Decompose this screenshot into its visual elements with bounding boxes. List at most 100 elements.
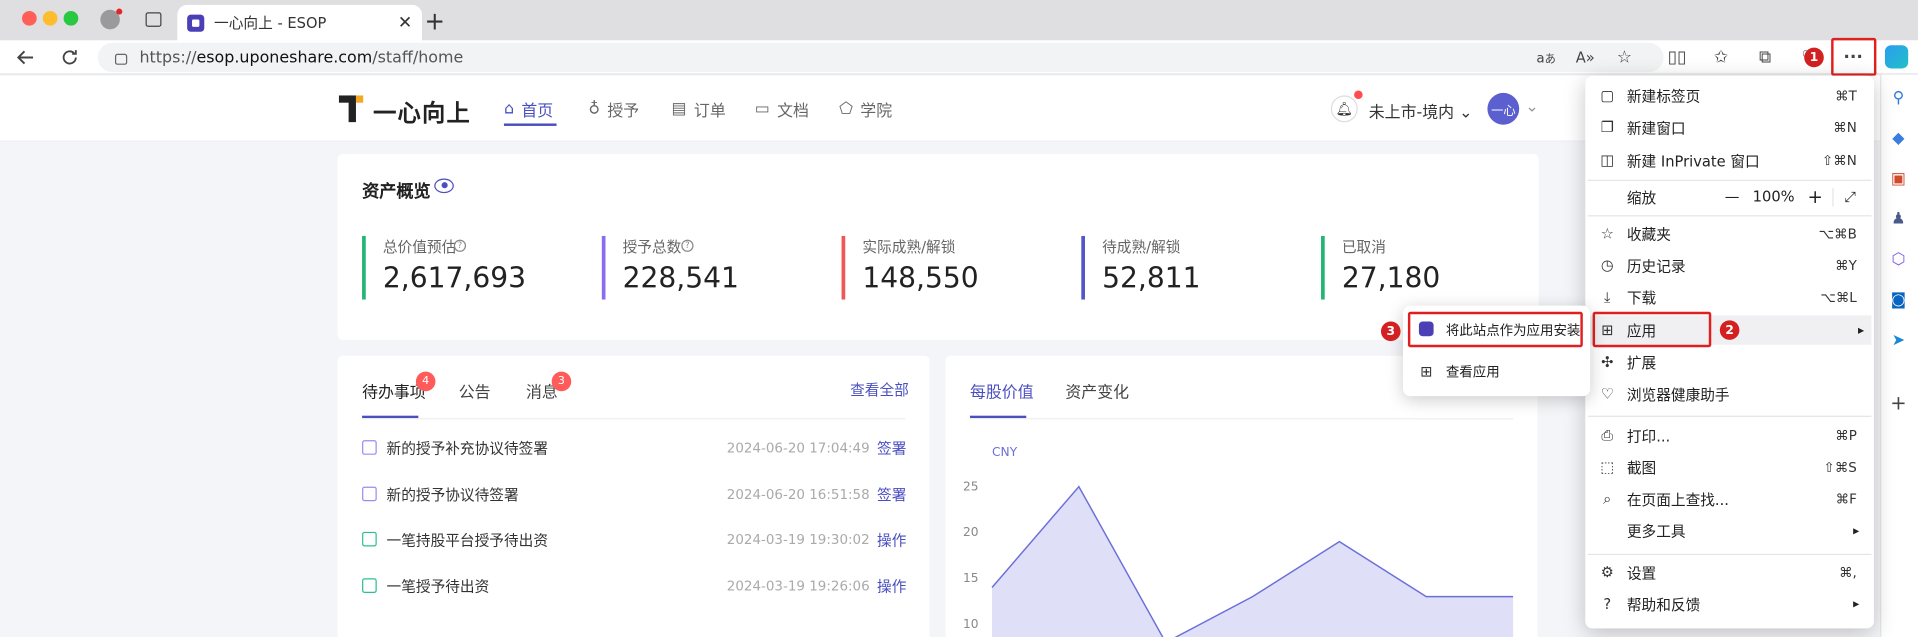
nav-order[interactable]: ▤ 订单 — [672, 98, 726, 121]
menu-item-screenshot[interactable]: ⬚ 截图 ⇧⌘S — [1597, 452, 1866, 481]
highlight-more-button — [1831, 37, 1877, 76]
stat-grant-total: 授予总数 228,541 — [601, 235, 822, 300]
maximize-window-button[interactable] — [63, 11, 79, 26]
menu-item-new-window[interactable]: ❐ 新建窗口 ⌘N — [1597, 112, 1866, 141]
close-window-button[interactable] — [22, 11, 37, 26]
todo-action-link[interactable]: 签署 — [877, 484, 906, 505]
help-icon: ? — [1603, 595, 1612, 613]
todo-item[interactable]: 新的授予协议待签署 2024-06-20 16:51:58 签署 — [362, 482, 906, 506]
split-screen-icon[interactable]: ▯▯ — [1666, 46, 1688, 68]
menu-item-settings[interactable]: ⚙ 设置 ⌘, — [1597, 558, 1866, 587]
highlight-install-item — [1407, 311, 1583, 348]
nav-academy[interactable]: ⬠ 学院 — [839, 98, 892, 121]
notification-dot — [1354, 90, 1363, 100]
todo-item[interactable]: 新的授予补充协议待签署 2024-06-20 17:04:49 签署 — [362, 435, 906, 459]
menu-item-tools[interactable]: 更多工具 ▸ — [1597, 516, 1866, 545]
back-arrow-icon[interactable] — [15, 46, 37, 68]
view-all-link[interactable]: 查看全部 — [850, 379, 909, 400]
address-bar[interactable]: https://esop.uponeshare.com/staff/home — [97, 42, 1664, 73]
nav-home[interactable]: ⌂ 首页 — [504, 98, 553, 121]
zoom-in-button[interactable]: + — [1798, 186, 1832, 208]
todo-action-link[interactable]: 操作 — [877, 575, 906, 596]
tab-announcement[interactable]: 公告 — [459, 379, 491, 402]
games-icon[interactable]: ♟ — [1887, 208, 1909, 230]
bell-icon[interactable]: 🔔︎ — [1330, 95, 1358, 123]
translate-icon[interactable]: aあ — [1535, 46, 1557, 68]
menu-item-inprivate[interactable]: ◫ 新建 InPrivate 窗口 ⇧⌘N — [1597, 145, 1866, 174]
add-sidebar-icon[interactable]: + — [1887, 391, 1909, 414]
collections-icon[interactable]: ⧉ — [1754, 46, 1776, 68]
menu-separator — [1587, 215, 1872, 217]
nav-grant[interactable]: ♁ 授予 — [588, 98, 639, 121]
download-icon: ⤓ — [1604, 287, 1611, 306]
share-value-chart: CNY 25 20 15 10 — [963, 445, 1514, 637]
copilot-icon[interactable] — [1884, 45, 1909, 69]
messages-badge: 3 — [551, 371, 572, 392]
menu-separator — [1587, 415, 1872, 417]
menu-item-download[interactable]: ⤓ 下载 ⌥⌘L — [1597, 282, 1866, 311]
tab-share-value[interactable]: 每股价值 — [970, 379, 1034, 402]
menu-item-favorites[interactable]: ☆ 收藏夹 ⌥⌘B — [1597, 219, 1866, 248]
avatar[interactable]: 一心 — [1487, 92, 1520, 125]
chart-area — [992, 486, 1514, 637]
read-aloud-icon[interactable]: A» — [1574, 46, 1596, 68]
zoom-row: 缩放 — 100% + ⤢ — [1597, 182, 1866, 211]
menu-separator — [1587, 179, 1872, 181]
zoom-out-button[interactable]: — — [1715, 188, 1749, 205]
todo-badge: 4 — [415, 371, 436, 392]
y-tick-label: 10 — [963, 617, 979, 631]
tab-title: 一心向上 - ESOP — [214, 14, 327, 32]
tab-asset-change[interactable]: 资产变化 — [1065, 379, 1129, 402]
zoom-value: 100% — [1752, 188, 1795, 206]
step-badge-1: 1 — [1804, 47, 1824, 68]
nav-docs[interactable]: ▭ 文档 — [755, 98, 809, 121]
view-apps-item[interactable]: ⊞ 查看应用 — [1416, 357, 1582, 386]
site-favicon-icon — [187, 14, 205, 32]
nav-active-underline — [503, 123, 557, 126]
favorites-bar-icon[interactable]: ✩ — [1710, 46, 1732, 68]
send-icon[interactable]: ➤ — [1887, 329, 1909, 351]
menu-item-print[interactable]: ⎙ 打印... ⌘P — [1597, 421, 1866, 450]
avatar-chevron-icon[interactable]: ⌄ — [1525, 98, 1538, 116]
shopping-tag-icon[interactable]: ◆ — [1887, 127, 1909, 149]
menu-item-help[interactable]: ? 帮助和反馈 ▸ — [1597, 589, 1866, 618]
tab-close-icon[interactable]: ✕ — [398, 13, 412, 33]
reload-icon[interactable] — [59, 46, 81, 68]
tab-actions-icon[interactable] — [145, 12, 162, 27]
eye-icon[interactable] — [434, 178, 454, 194]
favorite-star-icon[interactable]: ☆ — [1613, 46, 1635, 68]
stat-unvested: 待成熟/解锁 52,811 — [1081, 235, 1301, 300]
academy-icon: ⬠ — [839, 100, 853, 119]
todo-action-link[interactable]: 操作 — [877, 529, 906, 550]
find-icon: ⌕ — [1603, 489, 1612, 507]
new-tab-button[interactable]: + — [424, 6, 445, 35]
tab-active[interactable]: 一心向上 - ESOP ✕ — [177, 4, 423, 41]
inprivate-icon: ◫ — [1600, 151, 1615, 169]
fullscreen-icon[interactable]: ⤢ — [1832, 187, 1866, 207]
todo-item[interactable]: 一笔持股平台授予待出资 2024-03-19 19:30:02 操作 — [362, 527, 906, 551]
todo-item[interactable]: 一笔授予待出资 2024-03-19 19:26:06 操作 — [362, 573, 906, 597]
todo-action-link[interactable]: 签署 — [877, 437, 906, 458]
sign-icon — [362, 486, 377, 502]
chevron-right-icon: ▸ — [1857, 323, 1865, 337]
gift-icon: ♁ — [588, 100, 601, 119]
copilot-app-icon[interactable]: ⬡ — [1887, 248, 1909, 270]
help-circle-icon[interactable]: ? — [681, 239, 694, 252]
step-badge-2: 2 — [1719, 320, 1740, 340]
market-selector[interactable]: 未上市-境内 ⌄ — [1369, 99, 1473, 122]
menu-item-new-tab[interactable]: ▢ 新建标签页 ⌘T — [1597, 81, 1866, 110]
tools-box-icon[interactable]: ▣ — [1887, 167, 1909, 189]
y-tick-label: 25 — [963, 479, 979, 493]
sign-icon — [362, 440, 377, 455]
search-icon[interactable]: ⚲ — [1887, 87, 1909, 109]
outlook-icon[interactable]: ◙ — [1887, 289, 1909, 311]
highlight-apps-item — [1592, 311, 1712, 348]
y-tick-label: 20 — [963, 525, 979, 539]
help-circle-icon[interactable]: ? — [453, 239, 467, 252]
menu-item-health[interactable]: ♡ 浏览器健康助手 — [1597, 379, 1866, 408]
menu-item-history[interactable]: ◷ 历史记录 ⌘Y — [1597, 251, 1866, 280]
menu-item-extensions[interactable]: ✣ 扩展 — [1597, 347, 1866, 376]
url-text: https://esop.uponeshare.com/staff/home — [139, 48, 464, 67]
menu-item-find[interactable]: ⌕ 在页面上查找... ⌘F — [1597, 484, 1866, 513]
minimize-window-button[interactable] — [42, 11, 58, 26]
